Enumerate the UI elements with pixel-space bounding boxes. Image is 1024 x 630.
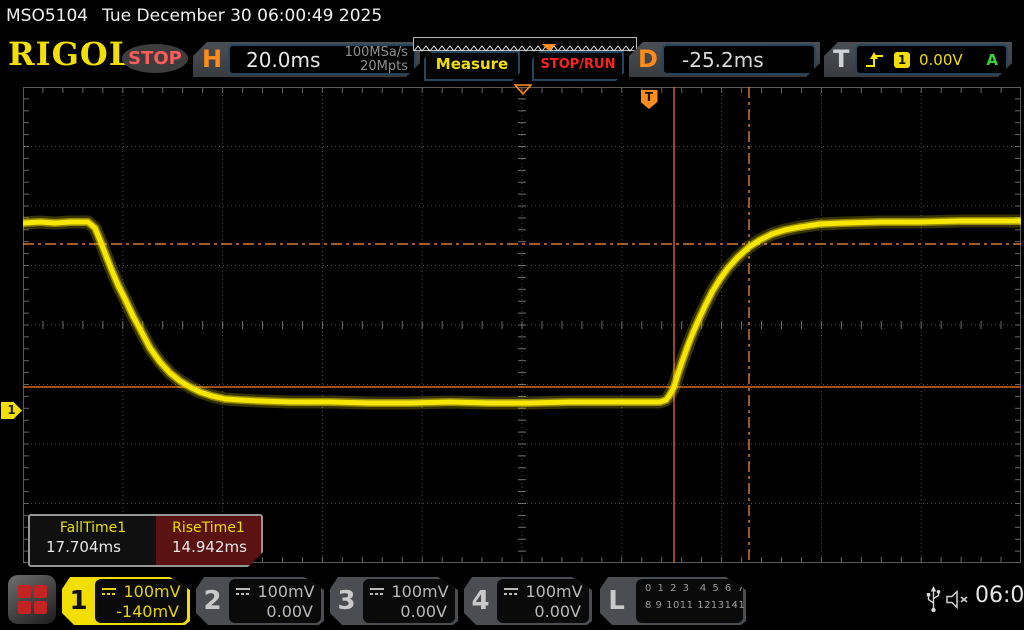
channel-scale: 100mV <box>257 582 314 601</box>
datetime: Tue December 30 06:00:49 2025 <box>102 6 382 26</box>
run-state-indicator[interactable]: STOP <box>122 44 188 73</box>
timebase-value: 20.0ms <box>246 48 320 72</box>
channel-number: 3 <box>330 577 363 625</box>
channel-4-block[interactable]: 4 100mV 0.00V <box>464 577 592 625</box>
menu-button[interactable] <box>8 575 56 624</box>
rising-edge-icon <box>865 52 885 68</box>
channel1-zero-marker[interactable]: 1 <box>1 402 22 419</box>
logic-analyzer-label: L <box>600 577 633 625</box>
stop-run-button[interactable]: STOP/RUN <box>532 51 624 81</box>
measurement-value: 17.704ms <box>30 538 156 556</box>
delay-block[interactable]: D -25.2ms <box>629 42 820 77</box>
horizontal-reference-marker[interactable] <box>514 84 532 95</box>
trigger-block[interactable]: T 1 0.00V A <box>824 42 1012 77</box>
channel-number: 4 <box>464 577 497 625</box>
trigger-level-value: 0.00V <box>919 51 963 69</box>
dc-icon <box>503 587 519 596</box>
titlebar: MSO5104 Tue December 30 06:00:49 2025 <box>0 0 1024 32</box>
channel-1-block[interactable]: 1 100mV -140mV <box>62 577 190 625</box>
delay-value: -25.2ms <box>682 48 764 72</box>
header-bar: RIGOL STOP H 20.0ms 100MSa/s 20Mpts Meas… <box>0 32 1024 82</box>
usb-icon <box>926 586 941 613</box>
measurement-falltime[interactable]: FallTime1 17.704ms <box>30 516 156 565</box>
horizontal-inset: 20.0ms 100MSa/s 20Mpts <box>228 44 416 75</box>
trigger-inset: 1 0.00V A <box>855 44 1008 75</box>
digital-channels-row2: 8 9 1011 12131415 <box>636 598 743 614</box>
delay-label: D <box>638 44 658 75</box>
digital-channels-row1: 0 1 2 3 4 5 6 7 <box>636 579 743 598</box>
dc-icon <box>101 587 117 596</box>
channel-3-block[interactable]: 3 100mV 0.00V <box>330 577 458 625</box>
horizontal-label: H <box>202 44 222 75</box>
oscilloscope-screen: { "titlebar": { "model": "MSO5104", "dat… <box>0 0 1024 630</box>
sample-rate: 100MSa/s <box>345 45 408 60</box>
measure-button[interactable]: Measure <box>424 51 520 81</box>
trigger-label: T <box>833 44 849 75</box>
speaker-muted-icon[interactable] <box>946 589 970 610</box>
channel-status-bar: 1 100mV -140mV 2 100mV 0.00V 3 100mV 0.0… <box>0 570 1024 630</box>
menu-grid-icon <box>18 585 46 613</box>
measurement-label: FallTime1 <box>30 520 156 536</box>
dc-icon <box>235 587 251 596</box>
trigger-source-badge: 1 <box>894 52 910 68</box>
channel-number: 1 <box>62 577 95 625</box>
waveform-position-bar[interactable] <box>413 37 637 51</box>
trigger-sweep-mode: A <box>986 51 998 69</box>
system-clock: 06:00 <box>975 583 1024 608</box>
channel-scale: 100mV <box>123 582 180 601</box>
measurement-risetime[interactable]: RiseTime1 14.942ms <box>156 516 261 565</box>
measurement-panel: FallTime1 17.704ms RiseTime1 14.942ms <box>28 514 263 567</box>
measurement-value: 14.942ms <box>156 538 261 556</box>
rigol-logo: RIGOL <box>8 35 132 73</box>
logic-analyzer-block[interactable]: L 0 1 2 3 4 5 6 7 8 9 1011 12131415 <box>600 577 746 625</box>
graticule-and-waveform <box>23 87 1021 563</box>
waveform-display-area: T 1 FallTime1 17.704ms RiseTime1 14.942m… <box>0 82 1024 570</box>
channel-offset: 0.00V <box>229 602 321 622</box>
horizontal-settings-block[interactable]: H 20.0ms 100MSa/s 20Mpts <box>193 42 420 77</box>
channel-scale: 100mV <box>525 582 582 601</box>
measurement-label: RiseTime1 <box>156 520 261 536</box>
channel-offset: -140mV <box>95 602 187 622</box>
channel-offset: 0.00V <box>363 602 455 622</box>
delay-inset: -25.2ms <box>662 44 816 75</box>
memory-depth: 20Mpts <box>360 59 408 74</box>
channel-2-block[interactable]: 2 100mV 0.00V <box>196 577 324 625</box>
dc-icon <box>369 587 385 596</box>
channel-scale: 100mV <box>391 582 448 601</box>
model-name: MSO5104 <box>6 6 88 26</box>
channel-number: 2 <box>196 577 229 625</box>
channel-offset: 0.00V <box>497 602 589 622</box>
